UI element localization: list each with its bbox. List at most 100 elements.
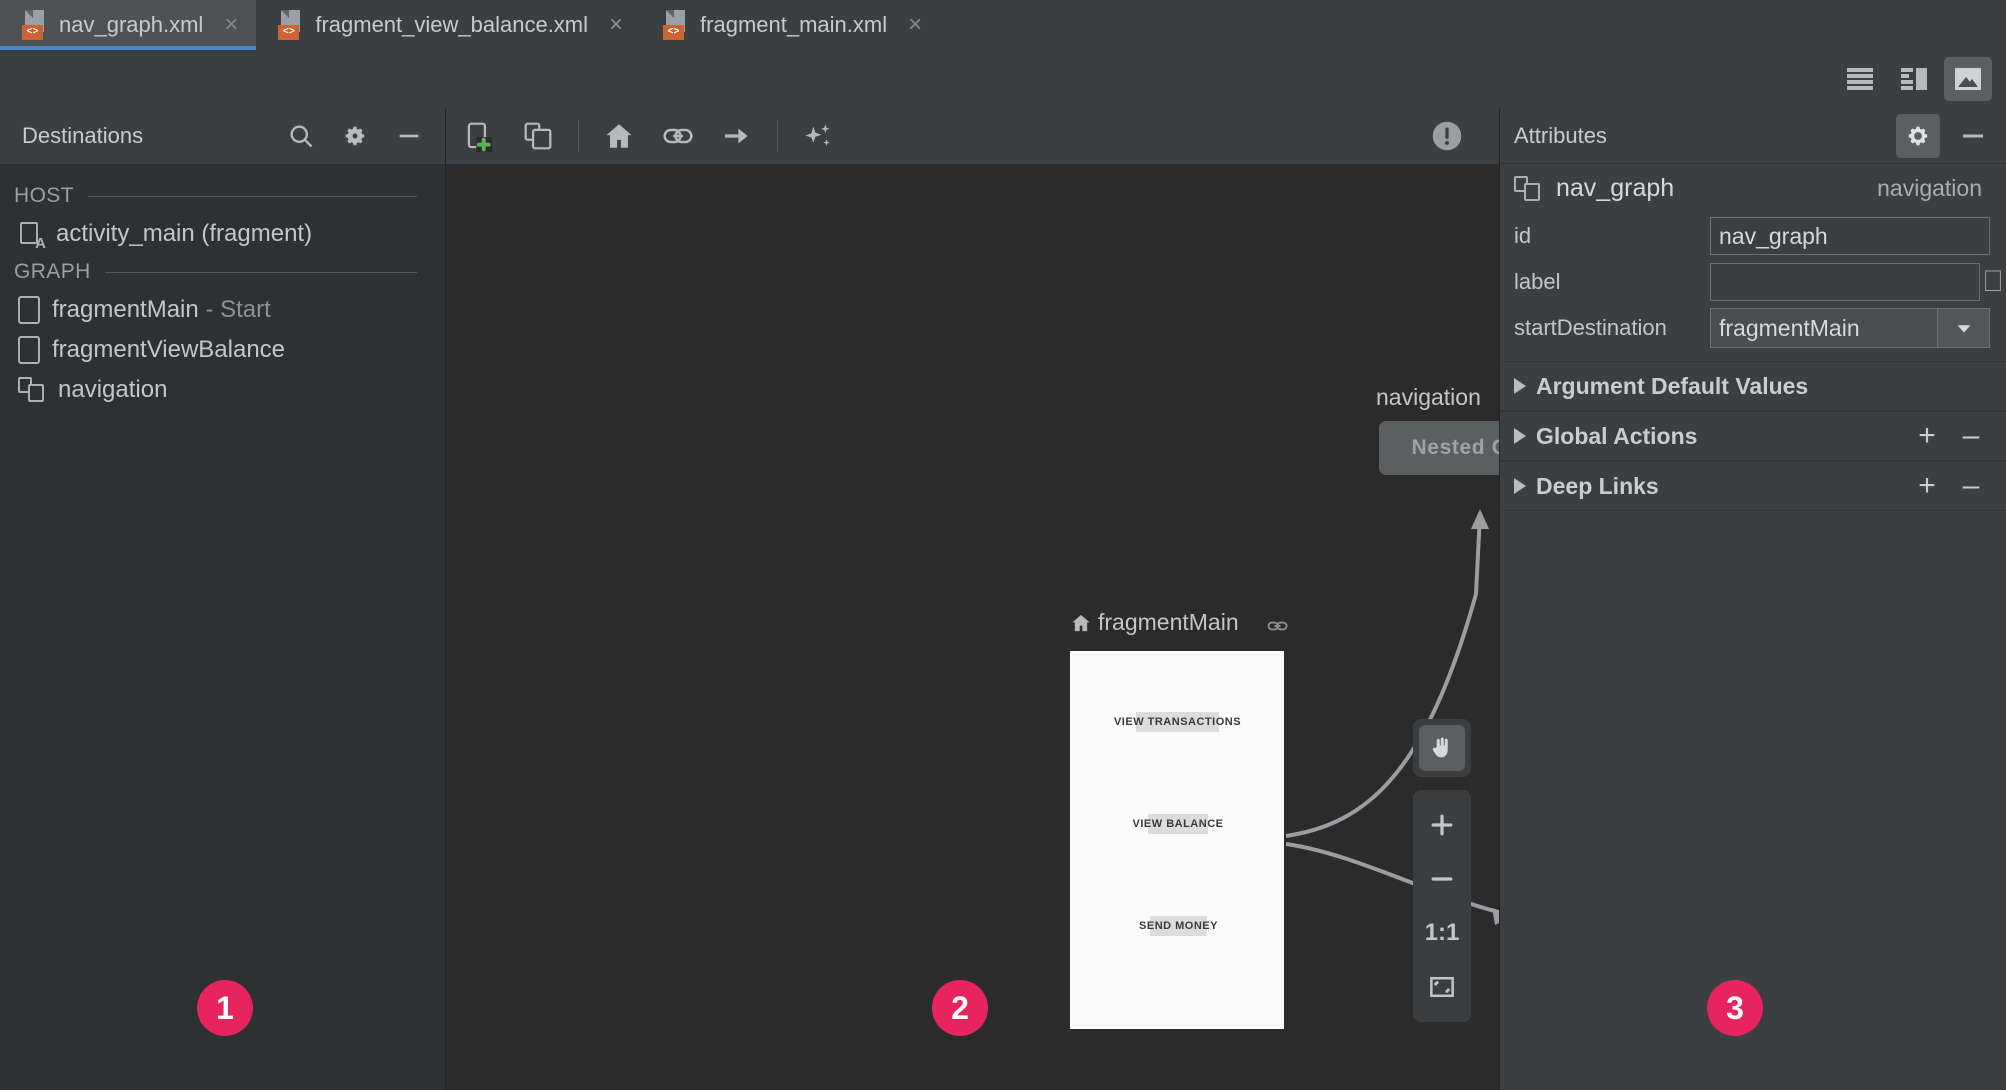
destination-item-activity-main[interactable]: A activity_main (fragment) (0, 214, 445, 254)
attribute-row-id: id nav_graph (1500, 213, 2006, 259)
section-title: Argument Default Values (1536, 372, 1809, 399)
gear-icon[interactable] (341, 122, 369, 150)
fragment-icon (18, 296, 40, 324)
destination-item-navigation[interactable]: navigation (0, 370, 445, 410)
close-icon[interactable]: × (224, 13, 238, 37)
panel-title: Attributes (1514, 122, 1607, 148)
xml-file-icon: <> (22, 10, 48, 40)
id-field[interactable]: nav_graph (1710, 217, 1990, 255)
nested-graph-node[interactable]: Nested Graph (1379, 421, 1499, 475)
preview-button-view-balance: VIEW BALANCE (1133, 814, 1223, 834)
canvas-zoom-controls: 1:1 (1413, 719, 1471, 1022)
zoom-actual-size-button[interactable]: 1:1 (1419, 908, 1465, 958)
fragment-main-node-label: fragmentMain (1098, 609, 1239, 635)
selected-element-row: nav_graph navigation (1500, 164, 2006, 213)
canvas-surface[interactable]: navigation Nested Graph fragmentMain (446, 164, 1499, 1090)
preview-button-send-money: SEND MONEY (1139, 916, 1217, 936)
destination-item-fragment-main[interactable]: fragmentMain - Start (0, 290, 445, 330)
editor-tab-fragment-main[interactable]: <> fragment_main.xml × (641, 0, 940, 50)
section-title: Deep Links (1536, 472, 1659, 499)
chevron-down-icon (1937, 309, 1989, 347)
start-destination-home-icon (1070, 612, 1092, 634)
xml-file-icon: <> (663, 10, 689, 40)
code-lines-icon (1847, 68, 1873, 90)
editor-tab-nav-graph[interactable]: <> nav_graph.xml × (0, 0, 257, 50)
nested-graph-node-body: Nested Graph (1411, 436, 1499, 459)
split-pane-icon (1901, 68, 1927, 90)
action-arrows (1285, 509, 1499, 925)
divider (777, 120, 778, 152)
attribute-label: id (1514, 223, 1532, 248)
label-field[interactable] (1710, 263, 1980, 301)
selected-element-name: nav_graph (1556, 174, 1675, 202)
attribute-label: label (1514, 269, 1561, 294)
start-suffix: - Start (198, 296, 271, 323)
destinations-group-graph: GRAPH (0, 254, 445, 290)
search-icon[interactable] (287, 122, 315, 150)
navigation-editor-window: <> nav_graph.xml × <> fragment_view_bala… (0, 0, 2006, 1090)
add-icon[interactable]: + (1910, 471, 1944, 501)
group-label: GRAPH (14, 260, 91, 283)
annotation-badge-2: 2 (932, 980, 988, 1036)
image-preview-icon (1955, 68, 1981, 90)
start-destination-select[interactable]: fragmentMain (1710, 308, 1990, 348)
zoom-actual-size-label: 1:1 (1424, 919, 1460, 946)
destinations-list: HOST A activity_main (fragment) GRAPH fr… (0, 164, 445, 1090)
nested-graph-icon[interactable] (522, 120, 554, 152)
editor-tab-bar: <> nav_graph.xml × <> fragment_view_bala… (0, 0, 2006, 50)
activity-icon: A (18, 220, 46, 252)
nested-graph-node-label: navigation (1376, 384, 1481, 410)
zoom-out-button[interactable] (1419, 854, 1465, 904)
arrow-right-icon[interactable] (721, 120, 753, 152)
attribute-label: startDestination (1514, 315, 1667, 340)
resource-picker-icon[interactable]: ⎕ (1984, 265, 2002, 299)
remove-icon[interactable]: – (1954, 421, 1988, 451)
home-icon[interactable] (603, 120, 635, 152)
divider (104, 271, 417, 273)
section-title: Global Actions (1536, 422, 1698, 449)
destination-label: fragmentViewBalance (52, 336, 286, 363)
chevron-right-icon (1514, 378, 1526, 394)
sparkle-icon[interactable] (802, 120, 834, 152)
zoom-in-button[interactable] (1419, 800, 1465, 850)
destination-label-text: fragmentMain (52, 296, 199, 323)
xml-file-icon: <> (278, 10, 304, 40)
start-destination-value: fragmentMain (1719, 314, 1860, 341)
fragment-main-preview[interactable]: VIEW TRANSACTIONS VIEW BALANCE SEND MONE… (1070, 651, 1284, 1029)
panel-title: Destinations (22, 123, 144, 148)
design-view-button[interactable] (1944, 57, 1992, 101)
editor-panes: Destinations HOST A activity_main (fragm… (0, 108, 2006, 1090)
editor-tab-fragment-view-balance[interactable]: <> fragment_view_balance.xml × (256, 0, 641, 50)
section-deep-links[interactable]: Deep Links + – (1500, 461, 2006, 511)
annotation-badge-3: 3 (1707, 980, 1763, 1036)
attributes-body: nav_graph navigation id nav_graph label … (1500, 164, 2006, 1090)
nested-graph-icon (18, 377, 46, 403)
pan-tool-wrapper (1413, 719, 1471, 777)
editor-tab-label: fragment_view_balance.xml (315, 12, 589, 37)
deeplink-link-icon[interactable] (1266, 614, 1290, 638)
close-icon[interactable]: × (609, 13, 623, 37)
warning-circle-icon[interactable] (1429, 118, 1465, 154)
attributes-panel: Attributes nav_graph navigation id nav_g… (1500, 108, 2006, 1090)
code-view-button[interactable] (1836, 57, 1884, 101)
destinations-group-host: HOST (0, 178, 445, 214)
close-icon[interactable]: × (908, 13, 922, 37)
remove-icon[interactable]: – (1954, 471, 1988, 501)
destinations-panel-header: Destinations (0, 108, 445, 164)
add-destination-icon[interactable] (464, 120, 496, 152)
link-icon[interactable] (661, 119, 695, 153)
gear-icon[interactable] (1896, 113, 1940, 158)
pan-tool-button[interactable] (1419, 725, 1465, 771)
section-global-actions[interactable]: Global Actions + – (1500, 411, 2006, 461)
attributes-panel-header: Attributes (1500, 108, 2006, 164)
chevron-right-icon (1514, 478, 1526, 494)
split-view-button[interactable] (1890, 57, 1938, 101)
destination-item-fragment-view-balance[interactable]: fragmentViewBalance (0, 330, 445, 370)
minimize-icon[interactable] (1958, 121, 1988, 151)
add-icon[interactable]: + (1910, 421, 1944, 451)
destination-label: activity_main (fragment) (56, 220, 313, 247)
section-argument-default-values[interactable]: Argument Default Values (1500, 361, 2006, 411)
canvas-toolbar (446, 108, 1499, 164)
zoom-to-fit-button[interactable] (1419, 962, 1465, 1012)
minimize-icon[interactable] (395, 122, 423, 150)
